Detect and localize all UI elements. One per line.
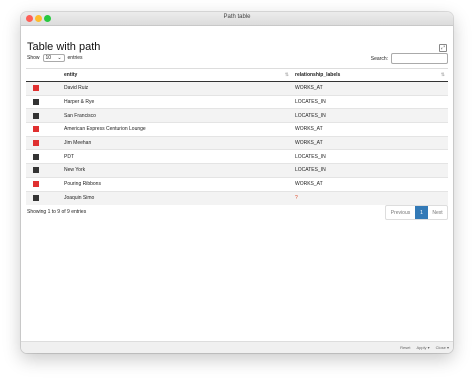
relationship-cell: WORKS_AT bbox=[292, 135, 448, 150]
column-header-color[interactable] bbox=[26, 68, 61, 82]
previous-page-button[interactable]: Previous bbox=[386, 206, 415, 219]
color-swatch bbox=[33, 85, 39, 92]
color-cell bbox=[26, 81, 61, 96]
main-content: Table with path ⤢ Show 10 ⌄ entries Sear… bbox=[21, 27, 453, 341]
show-label: Show bbox=[27, 55, 40, 61]
search-control: Search: bbox=[371, 53, 448, 64]
color-cell bbox=[26, 108, 61, 123]
table-row[interactable]: American Express Centurion Lounge WORKS_A… bbox=[26, 122, 448, 137]
footer-bar: Reset Apply ▾ Close ▾ bbox=[21, 341, 453, 353]
column-header-entity[interactable]: entity ⇅ bbox=[61, 68, 292, 82]
color-swatch bbox=[33, 98, 39, 105]
table-row[interactable]: PDT LOCATES_IN bbox=[26, 149, 448, 164]
page-length-control: Show 10 ⌄ entries bbox=[27, 54, 83, 62]
color-cell bbox=[26, 149, 61, 164]
table-row[interactable]: Harper & Rye LOCATES_IN bbox=[26, 94, 448, 109]
entity-cell: David Ruiz bbox=[61, 81, 292, 96]
page-1-button[interactable]: 1 bbox=[415, 206, 428, 219]
color-cell bbox=[26, 190, 61, 205]
entity-cell: San Francisco bbox=[61, 108, 292, 123]
relationship-cell: WORKS_AT bbox=[292, 81, 448, 96]
relationship-cell: WORKS_AT bbox=[292, 122, 448, 137]
color-swatch bbox=[33, 126, 39, 133]
color-cell bbox=[26, 163, 61, 178]
color-cell bbox=[26, 122, 61, 137]
relationship-cell: LOCATES_IN bbox=[292, 108, 448, 123]
sort-icon: ⇅ bbox=[440, 72, 445, 78]
reset-button[interactable]: Reset bbox=[400, 345, 410, 350]
color-cell bbox=[26, 94, 61, 109]
relationship-cell: ? bbox=[292, 190, 448, 205]
table-row[interactable]: New York LOCATES_IN bbox=[26, 163, 448, 178]
color-cell bbox=[26, 135, 61, 150]
relationship-cell: WORKS_AT bbox=[292, 176, 448, 191]
color-swatch bbox=[33, 180, 39, 187]
entity-cell: Harper & Rye bbox=[61, 94, 292, 109]
table-row[interactable]: Pouring Ribbons WORKS_AT bbox=[26, 176, 448, 191]
expand-icon[interactable]: ⤢ bbox=[439, 44, 447, 52]
entity-cell: American Express Centurion Lounge bbox=[61, 122, 292, 137]
path-table: entity ⇅ relationship_labels ⇅ David Rui… bbox=[26, 68, 448, 205]
close-button[interactable]: Close ▾ bbox=[436, 345, 449, 350]
relationship-cell: LOCATES_IN bbox=[292, 163, 448, 178]
table-header-row: entity ⇅ relationship_labels ⇅ bbox=[26, 68, 448, 82]
color-swatch bbox=[33, 112, 39, 119]
title-bar: Path table bbox=[21, 12, 453, 26]
window-title: Path table bbox=[223, 14, 251, 20]
table-info: Showing 1 to 9 of 9 entries bbox=[27, 209, 87, 215]
table-row[interactable]: David Ruiz WORKS_AT bbox=[26, 81, 448, 96]
table-row[interactable]: San Francisco LOCATES_IN bbox=[26, 108, 448, 123]
apply-button[interactable]: Apply ▾ bbox=[417, 345, 430, 350]
page-length-value: 10 bbox=[45, 55, 52, 61]
color-swatch bbox=[33, 167, 39, 174]
app-window: Path table Table with path ⤢ Show 10 ⌄ e… bbox=[21, 12, 453, 353]
entity-cell: New York bbox=[61, 163, 292, 178]
search-label: Search: bbox=[370, 55, 388, 62]
page-length-select[interactable]: 10 ⌄ bbox=[42, 54, 65, 62]
relationship-cell: LOCATES_IN bbox=[292, 149, 448, 164]
entity-cell: Jim Meehan bbox=[61, 135, 292, 150]
table-row[interactable]: Joaquin Simo? bbox=[26, 190, 448, 205]
color-cell bbox=[26, 176, 61, 191]
entries-label: entries bbox=[67, 55, 83, 61]
color-swatch bbox=[33, 194, 39, 201]
entity-cell: PDT bbox=[61, 149, 292, 164]
relationship-cell: LOCATES_IN bbox=[292, 94, 448, 109]
entity-cell: Joaquin Simo bbox=[61, 190, 292, 205]
next-page-button[interactable]: Next bbox=[428, 206, 447, 219]
table-row[interactable]: Jim Meehan WORKS_AT bbox=[26, 135, 448, 150]
page-title: Table with path bbox=[27, 41, 101, 53]
color-swatch bbox=[33, 139, 39, 146]
column-header-relationship-labels[interactable]: relationship_labels ⇅ bbox=[292, 68, 448, 82]
chevron-down-icon: ⌄ bbox=[57, 55, 62, 61]
color-swatch bbox=[33, 153, 39, 160]
search-input[interactable] bbox=[391, 53, 448, 64]
sort-icon: ⇅ bbox=[284, 72, 289, 78]
entity-cell: Pouring Ribbons bbox=[61, 176, 292, 191]
pagination: Previous 1 Next bbox=[385, 205, 448, 220]
